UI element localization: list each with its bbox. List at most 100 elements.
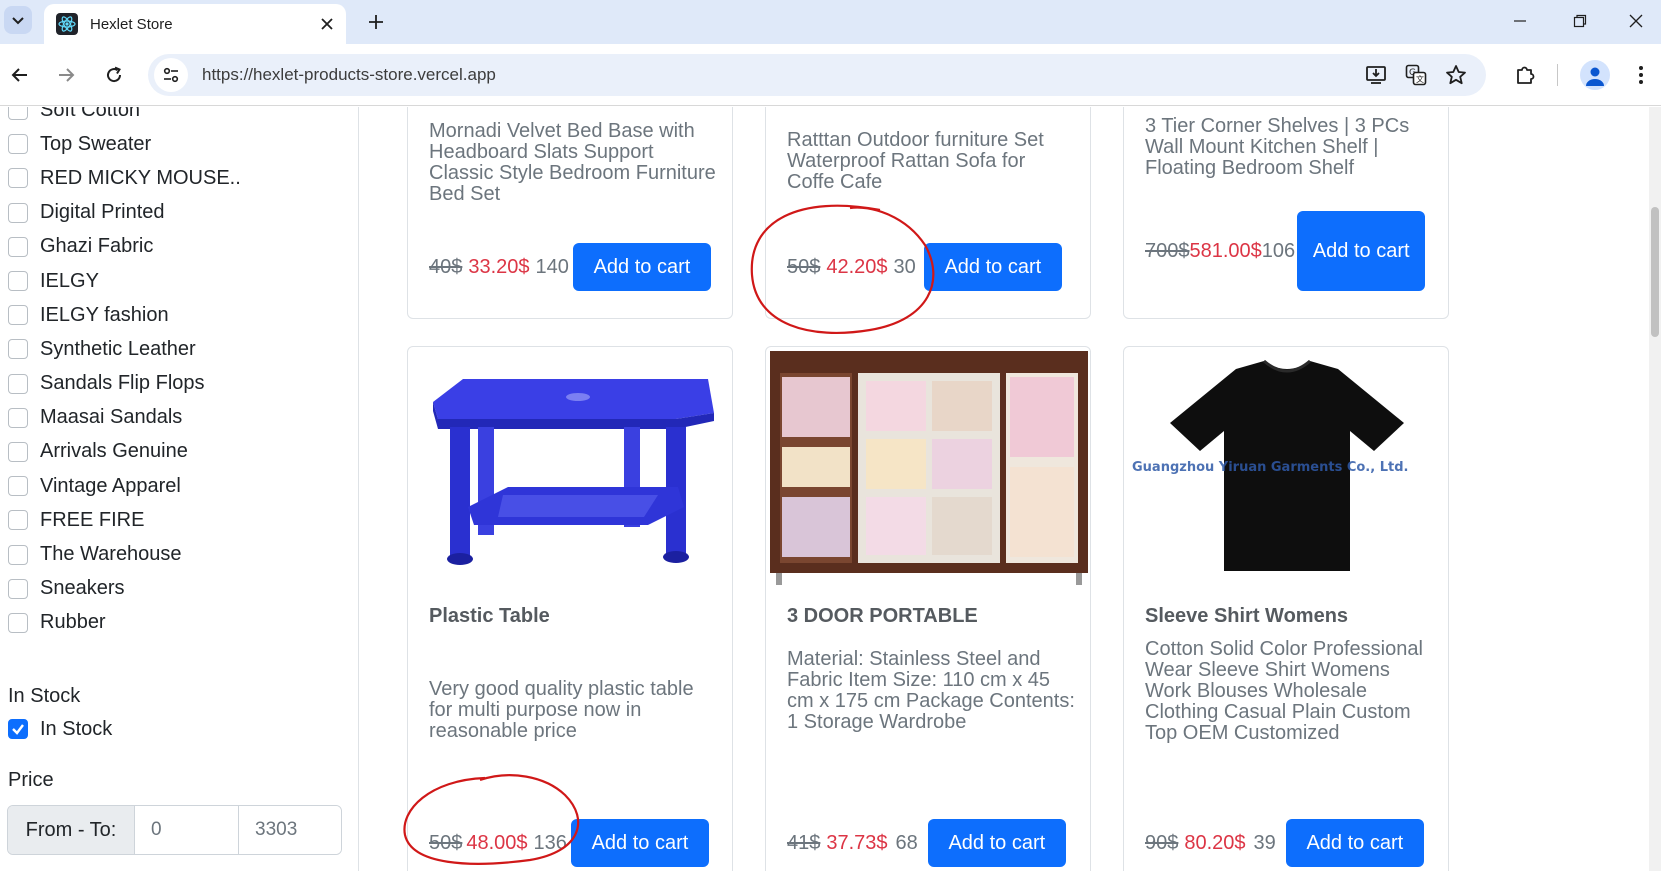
brand-checkbox[interactable]: [8, 271, 28, 292]
add-to-cart-button[interactable]: Add to cart: [927, 819, 1066, 867]
brand-filter-item[interactable]: RED MICKY MOUSE..: [8, 161, 241, 195]
minimize-button[interactable]: [1497, 6, 1543, 36]
product-title: Sleeve Shirt Womens: [1145, 605, 1349, 627]
page-scrollbar[interactable]: [1649, 107, 1661, 871]
brand-checkbox[interactable]: [8, 510, 28, 531]
minimize-icon: [1514, 20, 1526, 22]
brand-filter-item[interactable]: Ghazi Fabric: [8, 230, 241, 264]
brand-label: IELGY fashion: [40, 303, 169, 326]
back-button[interactable]: [4, 59, 36, 91]
more-vertical-icon: [1639, 66, 1643, 84]
brand-filter-item[interactable]: Rubber: [8, 606, 241, 640]
brand-checkbox[interactable]: [8, 612, 28, 633]
brand-checkbox[interactable]: [8, 407, 28, 428]
product-price-row: 41$ 37.73$ 68 Add to cart: [787, 819, 1066, 867]
brand-checkbox[interactable]: [8, 236, 28, 257]
tab-strip: Hexlet Store: [0, 0, 1661, 44]
scrollbar-thumb[interactable]: [1651, 207, 1659, 337]
add-to-cart-button[interactable]: Add to cart: [923, 243, 1062, 291]
tab-close-button[interactable]: [314, 11, 340, 37]
brand-filter-item[interactable]: Top Sweater: [8, 127, 241, 161]
add-to-cart-button[interactable]: Add to cart: [1297, 211, 1426, 291]
old-price: 40$: [429, 255, 463, 278]
product-card: 3 Tier Corner Shelves | 3 PCs Wall Mount…: [1123, 107, 1449, 319]
brand-filter-item[interactable]: Sandals Flip Flops: [8, 367, 241, 401]
window-close-button[interactable]: [1613, 6, 1659, 36]
product-title: Plastic Table: [429, 605, 550, 627]
brand-filter-item[interactable]: Soft Cotton: [8, 107, 241, 127]
sale-price: 581.00$: [1189, 239, 1262, 262]
shirt-watermark: Guangzhou Yiruan Garments Co., Ltd.: [1132, 460, 1408, 475]
product-card: Mornadi Velvet Bed Base with Headboard S…: [407, 107, 733, 319]
extensions-button[interactable]: [1507, 57, 1543, 93]
brand-label: FREE FIRE: [40, 508, 145, 531]
restore-icon: [1573, 14, 1587, 28]
address-bar[interactable]: https://hexlet-products-store.vercel.app…: [148, 54, 1486, 96]
product-description: 3 Tier Corner Shelves | 3 PCs Wall Mount…: [1145, 115, 1410, 179]
toolbar-separator: [1557, 64, 1558, 86]
product-description: Mornadi Velvet Bed Base with Headboard S…: [429, 120, 716, 205]
old-price: 90$: [1145, 831, 1179, 854]
brand-filter-item[interactable]: The Warehouse: [8, 537, 241, 571]
brand-checkbox[interactable]: [8, 305, 28, 326]
brand-label: Soft Cotton: [40, 107, 141, 121]
translate-button[interactable]: G文: [1398, 57, 1434, 93]
bookmark-button[interactable]: [1438, 57, 1474, 93]
brand-filter-item[interactable]: Synthetic Leather: [8, 332, 241, 366]
brand-checkbox[interactable]: [8, 544, 28, 565]
brand-checkbox[interactable]: [8, 578, 28, 599]
sale-price: 48.00$: [466, 831, 528, 854]
brand-checkbox[interactable]: [8, 168, 28, 189]
price-range-group: From - To:: [7, 805, 342, 855]
brand-label: RED MICKY MOUSE..: [40, 166, 241, 189]
price-from-input[interactable]: [135, 806, 239, 854]
site-info-button[interactable]: [154, 58, 188, 92]
wardrobe-image: [770, 351, 1088, 585]
browser-toolbar: https://hexlet-products-store.vercel.app…: [0, 44, 1661, 106]
reload-button[interactable]: [98, 59, 130, 91]
old-price: 50$: [429, 831, 463, 854]
brand-filter-item[interactable]: IELGY fashion: [8, 298, 241, 332]
brand-checkbox[interactable]: [8, 441, 28, 462]
brand-label: Top Sweater: [40, 132, 152, 155]
brand-filter-item[interactable]: Maasai Sandals: [8, 401, 241, 435]
brand-checkbox[interactable]: [8, 339, 28, 360]
add-to-cart-button[interactable]: Add to cart: [572, 243, 711, 291]
add-to-cart-button[interactable]: Add to cart: [570, 819, 709, 867]
brand-checkbox[interactable]: [8, 373, 28, 394]
in-stock-checkbox[interactable]: [8, 719, 28, 740]
brand-checkbox[interactable]: [8, 476, 28, 497]
brand-filter-item[interactable]: FREE FIRE: [8, 503, 241, 537]
brand-filter-item[interactable]: Sneakers: [8, 572, 241, 606]
brand-label: Sneakers: [40, 577, 125, 600]
brand-checkbox[interactable]: [8, 107, 28, 121]
forward-button[interactable]: [50, 59, 82, 91]
profile-button[interactable]: [1577, 57, 1613, 93]
in-stock-filter[interactable]: In Stock: [8, 712, 112, 746]
product-card: Guangzhou Yiruan Garments Co., Ltd. Slee…: [1123, 346, 1449, 871]
price-to-input[interactable]: [239, 806, 341, 854]
install-app-button[interactable]: [1358, 57, 1394, 93]
brand-checkbox[interactable]: [8, 202, 28, 223]
brand-label: Synthetic Leather: [40, 337, 196, 360]
brand-filter-item[interactable]: Vintage Apparel: [8, 469, 241, 503]
brand-checkbox[interactable]: [8, 134, 28, 155]
add-to-cart-button[interactable]: Add to cart: [1285, 819, 1424, 867]
browser-tab[interactable]: Hexlet Store: [44, 4, 346, 44]
brand-filter-item[interactable]: Digital Printed: [8, 196, 241, 230]
in-stock-label: In Stock: [40, 717, 113, 740]
new-tab-button[interactable]: [362, 8, 390, 36]
black-shirt-image: Guangzhou Yiruan Garments Co., Ltd.: [1132, 359, 1408, 571]
tab-search-button[interactable]: [4, 6, 32, 34]
close-icon: [321, 18, 333, 30]
brand-filter-item[interactable]: IELGY: [8, 264, 241, 298]
react-logo-icon: [56, 13, 78, 35]
restore-button[interactable]: [1557, 6, 1603, 36]
stock-count: 106: [1261, 239, 1296, 262]
brand-filter-item[interactable]: Arrivals Genuine: [8, 435, 241, 469]
brand-label: Ghazi Fabric: [40, 235, 154, 258]
stock-count: 140: [535, 255, 569, 278]
browser-menu-button[interactable]: [1623, 57, 1659, 93]
stock-count: 30: [893, 255, 916, 278]
star-icon: [1446, 65, 1466, 85]
